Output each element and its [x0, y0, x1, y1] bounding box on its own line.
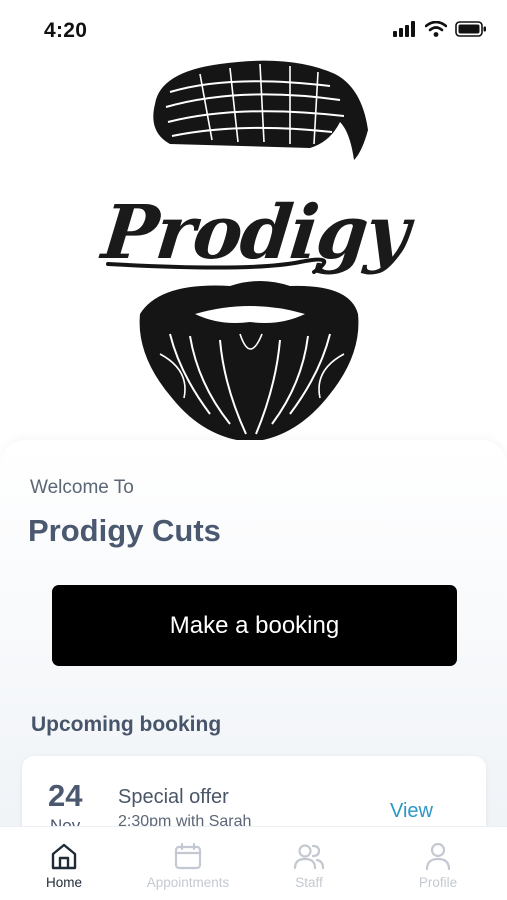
- beard-icon: [139, 281, 359, 442]
- shop-name: Prodigy Cuts: [28, 513, 221, 548]
- status-bar: 4:20: [0, 0, 507, 60]
- user-icon: [425, 842, 451, 871]
- booking-title: Special offer: [118, 786, 229, 808]
- status-time: 4:20: [44, 19, 88, 42]
- calendar-icon: [174, 842, 202, 870]
- status-icons: [393, 21, 487, 37]
- upcoming-booking-heading: Upcoming booking: [31, 713, 222, 736]
- tab-profile-label: Profile: [418, 875, 458, 890]
- tab-bar: Home Appointments Staff Profile: [0, 826, 507, 900]
- home-icon: [51, 843, 77, 870]
- hair-icon: [153, 60, 368, 160]
- make-booking-button[interactable]: Make a booking: [52, 585, 457, 666]
- tab-home[interactable]: Home: [4, 841, 124, 890]
- tab-staff[interactable]: Staff: [249, 841, 369, 890]
- battery-icon: [455, 21, 486, 37]
- tab-profile[interactable]: Profile: [378, 841, 498, 890]
- users-icon: [293, 844, 325, 870]
- tab-staff-label: Staff: [295, 875, 323, 890]
- tab-appointments[interactable]: Appointments: [128, 841, 248, 890]
- wifi-icon: [425, 21, 447, 37]
- tab-appointments-label: Appointments: [146, 875, 230, 890]
- view-booking-link[interactable]: View: [390, 800, 433, 823]
- brand-logo: Prodigy: [98, 52, 412, 444]
- signal-icon: [393, 21, 415, 37]
- welcome-label: Welcome To: [30, 477, 134, 498]
- booking-day: 24: [48, 778, 83, 813]
- tab-home-label: Home: [45, 875, 82, 890]
